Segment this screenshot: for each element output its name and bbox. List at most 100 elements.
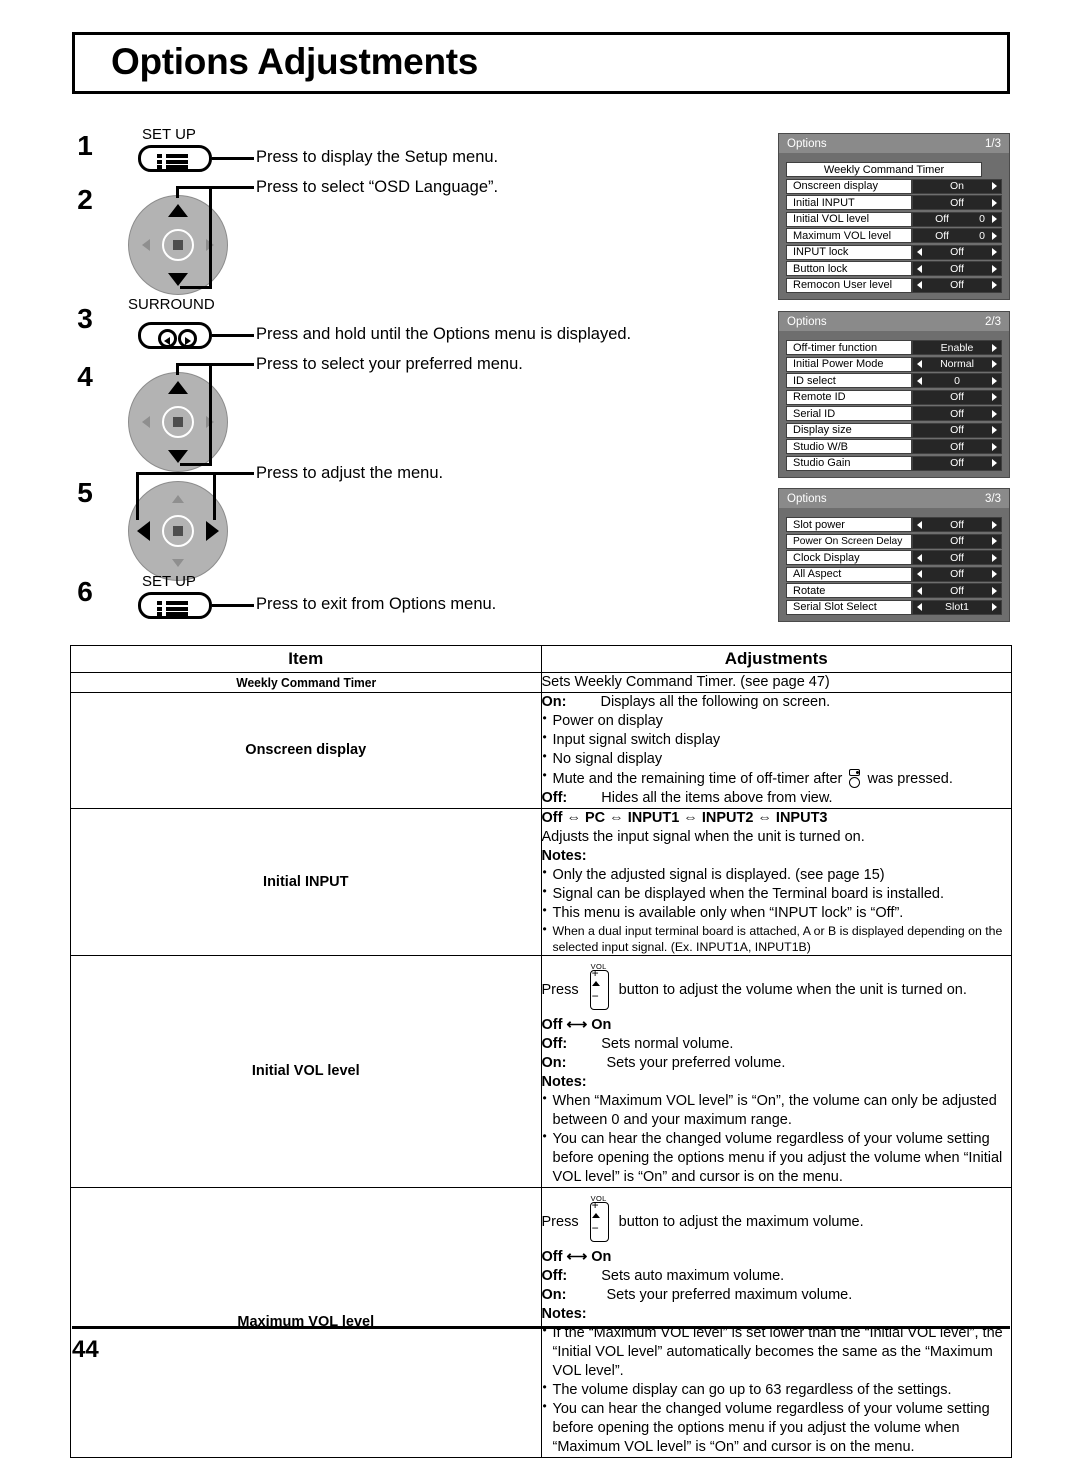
chevron-left-icon[interactable] (917, 570, 922, 578)
chevron-right-icon[interactable] (992, 343, 997, 352)
osd-item-maximum-vol-level[interactable]: Maximum VOL level Off 0 (786, 228, 1002, 243)
chevron-right-icon[interactable] (992, 215, 997, 223)
osd-item-value[interactable]: Off (912, 261, 1002, 276)
osd-item-value[interactable]: Off (912, 244, 1002, 260)
chevron-right-icon[interactable] (992, 393, 997, 401)
osd-item-value[interactable]: Slot1 (912, 599, 1002, 615)
dpad-right-arrow-icon[interactable] (206, 521, 219, 541)
osd-item-value[interactable]: Off (912, 455, 1002, 471)
osd-item-clock-display[interactable]: Clock Display Off (786, 550, 1002, 565)
dpad-enter-button[interactable] (162, 229, 194, 261)
osd-item-value[interactable]: 0 (912, 373, 1002, 388)
osd-item-remote-id[interactable]: Remote ID Off (786, 389, 1002, 405)
dpad-control-2[interactable] (128, 195, 228, 295)
osd-value-text: Off (950, 196, 964, 209)
osd-item-input-lock[interactable]: INPUT lock Off (786, 244, 1002, 260)
chevron-right-icon[interactable] (992, 459, 997, 467)
osd-item-rotate[interactable]: Rotate Off (786, 583, 1002, 598)
list-item: Input signal switch display (542, 730, 1012, 750)
osd-item-value[interactable]: Off (912, 566, 1002, 582)
chevron-right-icon[interactable] (992, 409, 997, 418)
chevron-right-icon[interactable] (992, 182, 997, 190)
osd-item-serial-slot-select[interactable]: Serial Slot Select Slot1 (786, 599, 1002, 615)
chevron-right-icon[interactable] (992, 376, 997, 385)
chevron-right-icon[interactable] (992, 520, 997, 529)
list-item: Only the adjusted signal is displayed. (… (542, 865, 1012, 885)
osd-item-value[interactable]: On (912, 178, 1002, 194)
osd-item-display-size[interactable]: Display size Off (786, 422, 1002, 438)
osd-panel-1-title: Options (787, 137, 827, 150)
osd-item-initial-vol-level[interactable]: Initial VOL level Off 0 (786, 211, 1002, 227)
osd-item-studio-wb[interactable]: Studio W/B Off (786, 439, 1002, 454)
chevron-left-icon[interactable] (917, 281, 922, 289)
osd-item-value[interactable]: Off 0 (912, 228, 1002, 243)
osd-item-value[interactable]: Off (912, 277, 1002, 293)
notes-label: Notes: (541, 847, 587, 864)
chevron-right-icon[interactable] (992, 586, 997, 595)
dpad-control-4[interactable] (128, 372, 228, 472)
chevron-right-icon[interactable] (992, 198, 997, 207)
osd-item-initial-input[interactable]: Initial INPUT Off (786, 195, 1002, 210)
osd-item-value[interactable]: Off (912, 195, 1002, 210)
dpad-down-arrow-icon[interactable] (168, 450, 188, 463)
step-6-text: Press to exit from Options menu. (256, 595, 497, 613)
chevron-left-icon[interactable] (917, 603, 922, 611)
osd-item-studio-gain[interactable]: Studio Gain Off (786, 455, 1002, 471)
osd-item-value[interactable]: Off (912, 533, 1002, 549)
osd-panel-1-page: 1/3 (985, 137, 1001, 150)
osd-item-all-aspect[interactable]: All Aspect Off (786, 566, 1002, 582)
osd-item-weekly-command-timer[interactable]: Weekly Command Timer (786, 162, 1002, 177)
osd-item-power-on-screen-delay[interactable]: Power On Screen Delay Off (786, 533, 1002, 549)
osd-item-remocon-user-level[interactable]: Remocon User level Off (786, 277, 1002, 293)
osd-item-value[interactable]: Off (912, 439, 1002, 454)
osd-value-text: Off (950, 279, 964, 291)
dpad-left-arrow-icon[interactable] (137, 521, 150, 541)
chevron-right-icon[interactable] (992, 442, 997, 451)
chevron-right-icon[interactable] (992, 426, 997, 434)
initial-input-sequence: Off ⇔ PC ⇔ INPUT1 ⇔ INPUT2 ⇔ INPUT3 (541, 809, 828, 826)
osd-item-off-timer-function[interactable]: Off-timer function Enable (786, 340, 1002, 355)
osd-item-value[interactable]: Off (912, 406, 1002, 421)
osd-item-value[interactable]: Off (912, 422, 1002, 438)
chevron-right-icon[interactable] (992, 281, 997, 289)
chevron-left-icon[interactable] (917, 360, 922, 368)
osd-item-button-lock[interactable]: Button lock Off (786, 261, 1002, 276)
chevron-right-icon[interactable] (992, 248, 997, 256)
row-desc-maximum-vol-level: Press VOL + − button to adjust the maxim… (540, 1186, 1012, 1458)
chevron-left-icon[interactable] (917, 248, 922, 256)
chevron-right-icon[interactable] (992, 264, 997, 273)
osd-item-initial-power-mode[interactable]: Initial Power Mode Normal (786, 356, 1002, 372)
dpad-enter-button[interactable] (162, 515, 194, 547)
surround-button[interactable] (138, 322, 212, 349)
chevron-left-icon[interactable] (917, 520, 922, 529)
chevron-right-icon[interactable] (992, 537, 997, 545)
osd-item-label: Clock Display (786, 550, 912, 565)
chevron-left-icon[interactable] (917, 376, 922, 385)
dpad-down-arrow-icon[interactable] (168, 273, 188, 286)
chevron-left-icon[interactable] (917, 553, 922, 562)
osd-item-value[interactable]: Enable (912, 340, 1002, 355)
osd-item-value[interactable]: Off (912, 517, 1002, 532)
dpad-up-arrow-icon[interactable] (168, 381, 188, 394)
osd-item-onscreen-display[interactable]: Onscreen display On (786, 178, 1002, 194)
dpad-up-arrow-icon[interactable] (168, 204, 188, 217)
chevron-right-icon[interactable] (992, 360, 997, 368)
osd-item-slot-power[interactable]: Slot power Off (786, 517, 1002, 532)
chevron-right-icon[interactable] (992, 231, 997, 240)
osd-item-serial-id[interactable]: Serial ID Off (786, 406, 1002, 421)
chevron-right-icon[interactable] (992, 603, 997, 611)
chevron-left-icon[interactable] (917, 264, 922, 273)
osd-item-value[interactable]: Off 0 (912, 211, 1002, 227)
osd-item-value[interactable]: Normal (912, 356, 1002, 372)
chevron-right-icon[interactable] (992, 570, 997, 578)
chevron-left-icon[interactable] (917, 586, 922, 595)
osd-item-value[interactable]: Off (912, 583, 1002, 598)
initial-input-description: Adjusts the input signal when the unit i… (541, 828, 865, 845)
osd-item-value[interactable]: Off (912, 550, 1002, 565)
dpad-enter-button[interactable] (162, 406, 194, 438)
setup-button-1[interactable] (138, 145, 212, 172)
chevron-right-icon[interactable] (992, 553, 997, 562)
osd-item-id-select[interactable]: ID select 0 (786, 373, 1002, 388)
setup-button-2[interactable] (138, 592, 212, 619)
osd-item-value[interactable]: Off (912, 389, 1002, 405)
